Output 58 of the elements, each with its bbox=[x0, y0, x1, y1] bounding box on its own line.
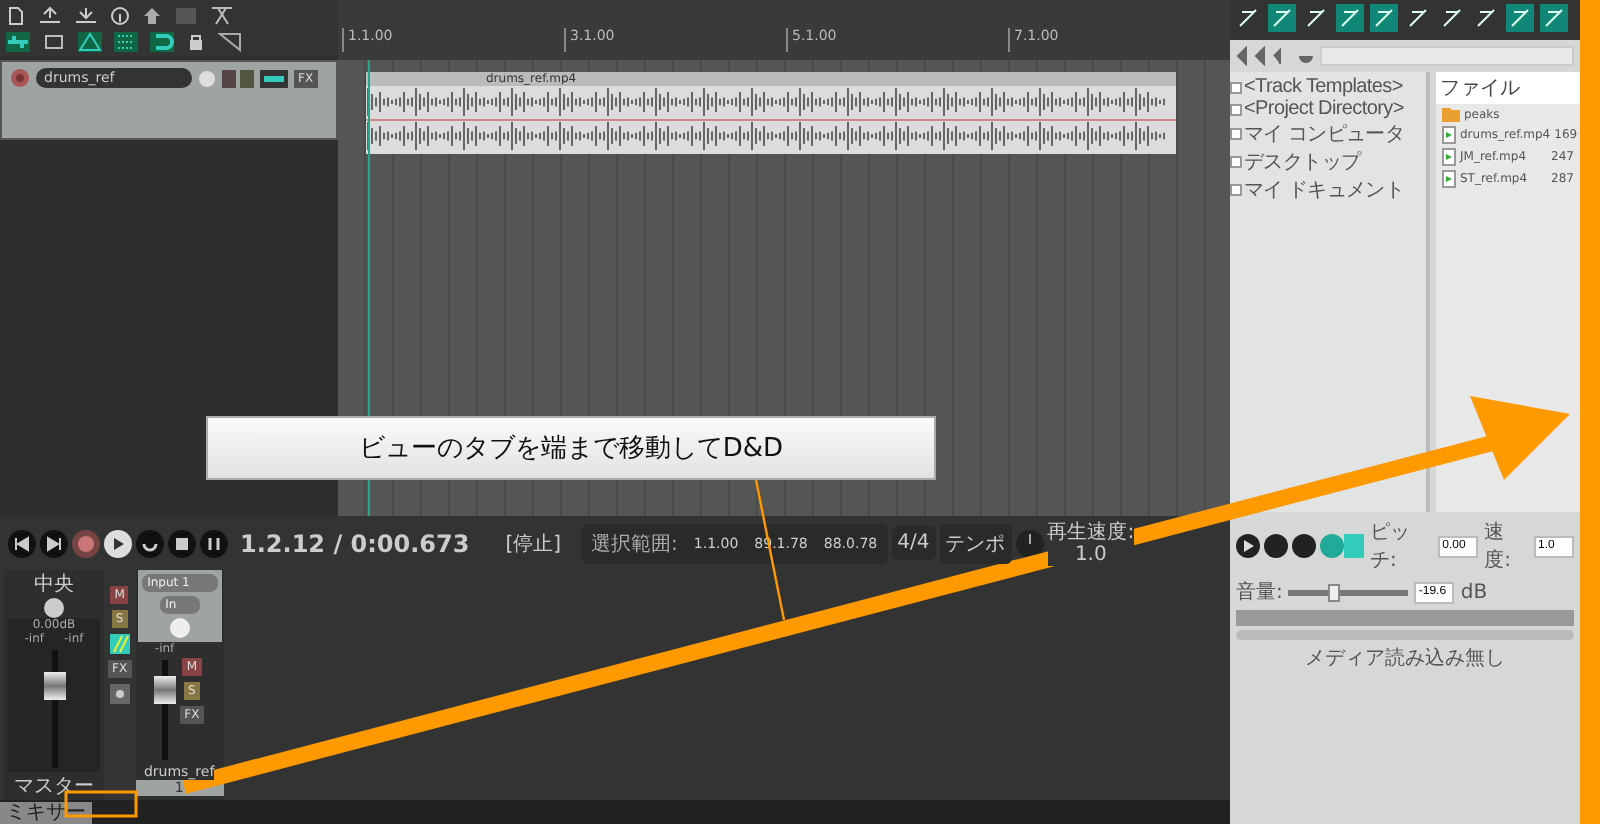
tree-item[interactable]: <Track Templates> bbox=[1244, 76, 1403, 98]
rate-knob-icon[interactable] bbox=[1015, 529, 1044, 557]
fader-thumb[interactable] bbox=[153, 675, 176, 703]
path-field[interactable] bbox=[1320, 46, 1574, 66]
volume-label: 音量: bbox=[1236, 579, 1283, 606]
expand-icon[interactable] bbox=[1230, 128, 1242, 140]
tree-item[interactable]: マイ コンピュータ bbox=[1244, 120, 1405, 148]
media-file-icon bbox=[1442, 126, 1456, 144]
pan-label: 中央 bbox=[34, 571, 74, 598]
rate-label: 速度: bbox=[1484, 519, 1514, 574]
scrollbar[interactable] bbox=[1236, 630, 1574, 640]
navigation-icon[interactable] bbox=[1236, 46, 1316, 66]
pan-knob-icon[interactable] bbox=[44, 598, 64, 618]
status-text: メディア読み込み無し bbox=[1303, 645, 1507, 672]
preview-controls-icon[interactable] bbox=[1236, 534, 1364, 558]
tempo-label[interactable]: テンポ bbox=[939, 523, 1012, 563]
rate-value: 1.0 bbox=[1074, 543, 1107, 565]
info-icon[interactable] bbox=[110, 6, 130, 26]
record-icon[interactable] bbox=[72, 529, 100, 557]
meter-icon bbox=[260, 69, 288, 87]
tree-item[interactable]: マイ ドキュメント bbox=[1244, 176, 1405, 204]
selection-label: 選択範囲: bbox=[591, 531, 678, 557]
pause-icon[interactable] bbox=[200, 529, 228, 557]
track-name: マスター bbox=[14, 774, 94, 800]
magnet-icon[interactable] bbox=[150, 32, 174, 52]
link-icon[interactable] bbox=[6, 32, 30, 52]
slider-thumb[interactable] bbox=[1328, 583, 1341, 601]
lock-icon[interactable] bbox=[186, 32, 206, 52]
fader-thumb[interactable] bbox=[43, 672, 65, 701]
media-file-icon bbox=[1442, 148, 1456, 166]
column-header[interactable]: ファイル bbox=[1436, 72, 1580, 104]
mute-solo-icon[interactable] bbox=[222, 69, 254, 87]
expand-icon[interactable] bbox=[1230, 184, 1242, 196]
repeat-icon[interactable] bbox=[136, 529, 164, 557]
expand-icon[interactable] bbox=[1230, 156, 1242, 168]
tree-item[interactable]: デスクトップ bbox=[1244, 148, 1361, 176]
envelope-icon[interactable] bbox=[109, 634, 130, 654]
document-icon[interactable] bbox=[6, 6, 26, 26]
time-display: 1.2.12 / 0:00.673 bbox=[240, 529, 470, 557]
cut-icon[interactable] bbox=[210, 6, 234, 26]
frame-icon[interactable] bbox=[42, 32, 66, 52]
play-state: [停止] bbox=[505, 531, 562, 557]
pitch-label: ピッチ: bbox=[1370, 520, 1412, 574]
media-file-icon bbox=[1442, 170, 1456, 188]
volume-unit: dB bbox=[1460, 581, 1488, 603]
skip-back-icon[interactable] bbox=[8, 529, 36, 557]
record-arm-icon[interactable] bbox=[10, 68, 30, 88]
settings-icon[interactable] bbox=[109, 684, 130, 704]
skip-forward-icon[interactable] bbox=[40, 529, 68, 557]
triangle-icon[interactable] bbox=[78, 32, 102, 52]
grid-icon[interactable] bbox=[114, 32, 138, 52]
upload-icon[interactable] bbox=[38, 6, 62, 26]
time-signature[interactable]: 4/4 bbox=[891, 526, 936, 560]
callout: ビューのタブを端まで移動してD&D bbox=[206, 416, 936, 480]
stop-icon[interactable] bbox=[168, 529, 196, 557]
rate-label: 再生速度: bbox=[1047, 521, 1135, 543]
tree-item[interactable]: <Project Directory> bbox=[1244, 98, 1404, 120]
ruler-icon[interactable] bbox=[218, 32, 242, 52]
